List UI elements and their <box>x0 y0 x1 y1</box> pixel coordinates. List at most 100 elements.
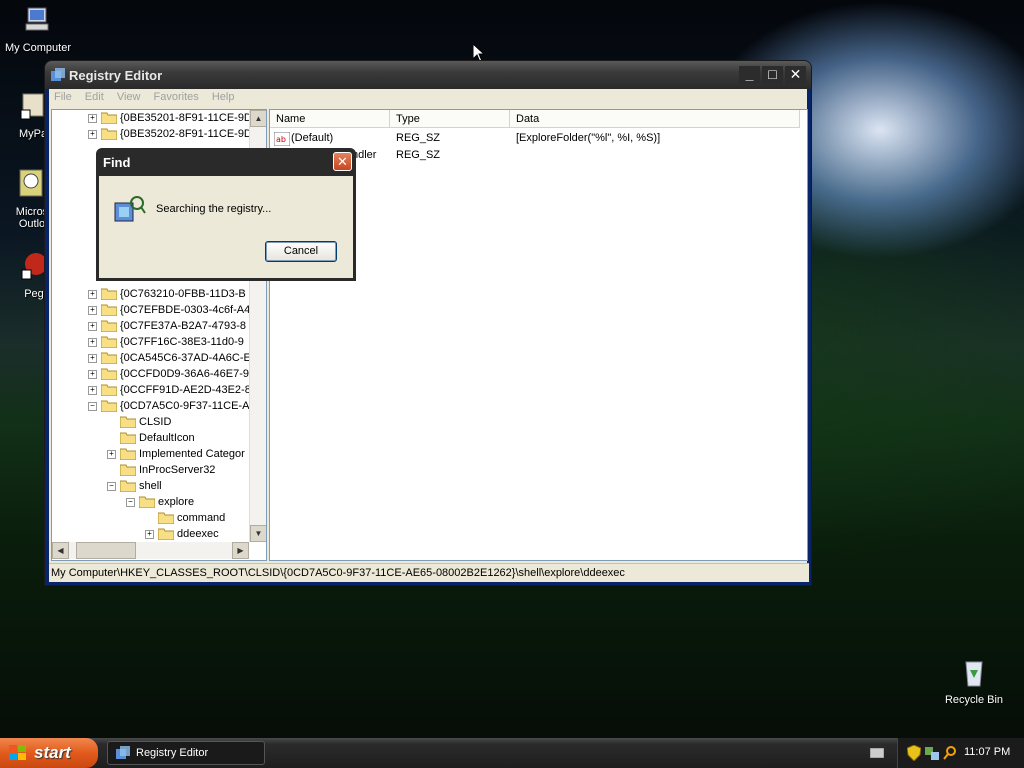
dialog-close-button[interactable]: ✕ <box>333 152 352 171</box>
close-button[interactable]: ✕ <box>785 66 806 84</box>
tree-item-label: {0C7FF16C-38E3-11d0-9 <box>120 336 244 348</box>
menu-bar: File Edit View Favorites Help <box>49 89 807 107</box>
tree-item[interactable]: + {0C7FF16C-38E3-11d0-9 <box>52 334 248 350</box>
desktop-icon-recycle-bin[interactable]: Recycle Bin <box>936 656 1012 706</box>
start-button[interactable]: start <box>0 738 98 768</box>
folder-icon <box>101 400 117 412</box>
tree-item-label: {0CD7A5C0-9F37-11CE-A <box>120 400 250 412</box>
tree-item[interactable]: + {0CA545C6-37AD-4A6C-E <box>52 350 251 366</box>
expand-icon[interactable]: + <box>88 354 97 363</box>
column-header-type[interactable]: Type <box>390 110 510 128</box>
network-icon[interactable] <box>925 745 939 761</box>
tree-item[interactable]: DefaultIcon <box>52 430 248 446</box>
desktop-icon-label: Recycle Bin <box>944 694 1004 706</box>
column-header-data[interactable]: Data <box>510 110 800 128</box>
folder-icon <box>101 336 117 348</box>
value-name: (Default) <box>291 132 334 144</box>
collapse-icon[interactable]: − <box>107 482 116 491</box>
computer-icon <box>25 7 49 31</box>
minimize-button[interactable]: _ <box>739 66 760 84</box>
maximize-button[interactable]: □ <box>762 66 783 84</box>
tree-item-label: {0BE35201-8F91-11CE-9D <box>120 112 252 124</box>
taskbar-button-registry-editor[interactable]: Registry Editor <box>107 741 265 765</box>
taskbar: start Registry Editor 11:07 PM <box>0 738 1024 768</box>
scroll-right-button[interactable]: ▶ <box>232 542 249 559</box>
folder-icon <box>101 112 117 124</box>
expand-icon[interactable]: + <box>88 386 97 395</box>
collapse-icon[interactable]: − <box>88 402 97 411</box>
tree-item-label: {0BE35202-8F91-11CE-9D <box>120 128 252 140</box>
keyboard-icon[interactable] <box>870 748 884 758</box>
menu-edit[interactable]: Edit <box>80 89 109 105</box>
menu-file[interactable]: File <box>49 89 77 105</box>
tree-item[interactable]: − shell <box>52 478 248 494</box>
expand-icon[interactable]: + <box>145 530 154 539</box>
menu-favorites[interactable]: Favorites <box>149 89 204 105</box>
tree-item[interactable]: InProcServer32 <box>52 462 248 478</box>
tree-item[interactable]: CLSID <box>52 414 248 430</box>
recycle-bin-icon <box>965 661 983 687</box>
tree-item[interactable]: + {0BE35202-8F91-11CE-9D <box>52 126 252 142</box>
expand-icon[interactable]: + <box>88 370 97 379</box>
scroll-down-button[interactable]: ▼ <box>250 525 266 542</box>
window-titlebar[interactable]: Registry Editor _ □ ✕ <box>45 61 811 89</box>
clock: 11:07 PM <box>964 746 1011 758</box>
tree-item[interactable]: + {0BE35201-8F91-11CE-9D <box>52 110 252 126</box>
expand-icon[interactable]: + <box>88 130 97 139</box>
expand-icon[interactable]: + <box>88 290 97 299</box>
security-shield-icon[interactable] <box>907 745 921 761</box>
expand-icon[interactable]: + <box>107 450 116 459</box>
list-row-default[interactable]: ab (Default) REG_SZ [ExploreFolder("%l",… <box>274 130 794 147</box>
close-icon: ✕ <box>789 66 802 82</box>
tree-horizontal-scrollbar[interactable]: ◀ ▶ <box>52 542 249 559</box>
dialog-body: Searching the registry... Cancel <box>99 176 353 278</box>
folder-icon <box>120 448 136 460</box>
string-value-icon: ab <box>274 132 290 146</box>
tree-item[interactable]: − {0CD7A5C0-9F37-11CE-A <box>52 398 250 414</box>
tree-item[interactable]: + {0C763210-0FBB-11D3-B <box>52 286 248 302</box>
expand-icon[interactable]: + <box>88 322 97 331</box>
column-header-name[interactable]: Name <box>270 110 390 128</box>
dialog-title: Find <box>103 155 131 170</box>
tree-item[interactable]: command <box>52 510 248 526</box>
maximize-icon: □ <box>768 66 777 82</box>
start-label: start <box>34 743 71 762</box>
tree-item[interactable]: + ddeexec <box>52 526 248 542</box>
scroll-thumb[interactable] <box>76 542 136 559</box>
tree-item-label: ddeexec <box>177 528 219 540</box>
tree-item-label: {0C763210-0FBB-11D3-B <box>120 288 246 300</box>
collapse-icon[interactable]: − <box>126 498 135 507</box>
folder-icon <box>120 464 136 476</box>
tree-item[interactable]: + {0CCFF91D-AE2D-43E2-8 <box>52 382 251 398</box>
tree-item-label: {0C7EFBDE-0303-4c6f-A4 <box>120 304 251 316</box>
tree-item-label: {0CCFF91D-AE2D-43E2-8 <box>120 384 251 396</box>
scroll-up-button[interactable]: ▲ <box>250 110 266 127</box>
folder-icon <box>120 416 136 428</box>
tree-item[interactable]: + Implemented Categor <box>52 446 248 462</box>
tree-item[interactable]: + {0C7EFBDE-0303-4c6f-A4 <box>52 302 251 318</box>
value-data: [ExploreFolder("%l", %I, %S)] <box>516 132 661 144</box>
desktop-icon-label: My Computer <box>4 42 72 54</box>
folder-icon <box>101 384 117 396</box>
tree-item[interactable]: + {0C7FE37A-B2A7-4793-8 <box>52 318 248 334</box>
expand-icon[interactable]: + <box>88 114 97 123</box>
tree-item-label: explore <box>158 496 195 508</box>
scroll-left-button[interactable]: ◀ <box>52 542 69 559</box>
tree-item[interactable]: + {0CCFD0D9-36A6-46E7-9 <box>52 366 249 382</box>
menu-view[interactable]: View <box>112 89 146 105</box>
dialog-message: Searching the registry... <box>156 203 272 215</box>
folder-icon <box>101 352 117 364</box>
search-icon[interactable] <box>943 745 957 761</box>
menu-help[interactable]: Help <box>207 89 240 105</box>
cancel-button[interactable]: Cancel <box>265 241 337 262</box>
expand-icon[interactable]: + <box>88 338 97 347</box>
registry-editor-window: Registry Editor _ □ ✕ File Edit View Fav… <box>45 61 811 585</box>
close-icon: ✕ <box>337 154 348 169</box>
expand-icon[interactable]: + <box>88 306 97 315</box>
folder-icon <box>101 320 117 332</box>
value-type: REG_SZ <box>396 132 441 144</box>
tree-item-label: InProcServer32 <box>139 464 216 476</box>
tree-item-label: {0CA545C6-37AD-4A6C-E <box>120 352 251 364</box>
desktop-icon-my-computer[interactable]: My Computer <box>0 4 76 54</box>
tree-item[interactable]: − explore <box>52 494 248 510</box>
